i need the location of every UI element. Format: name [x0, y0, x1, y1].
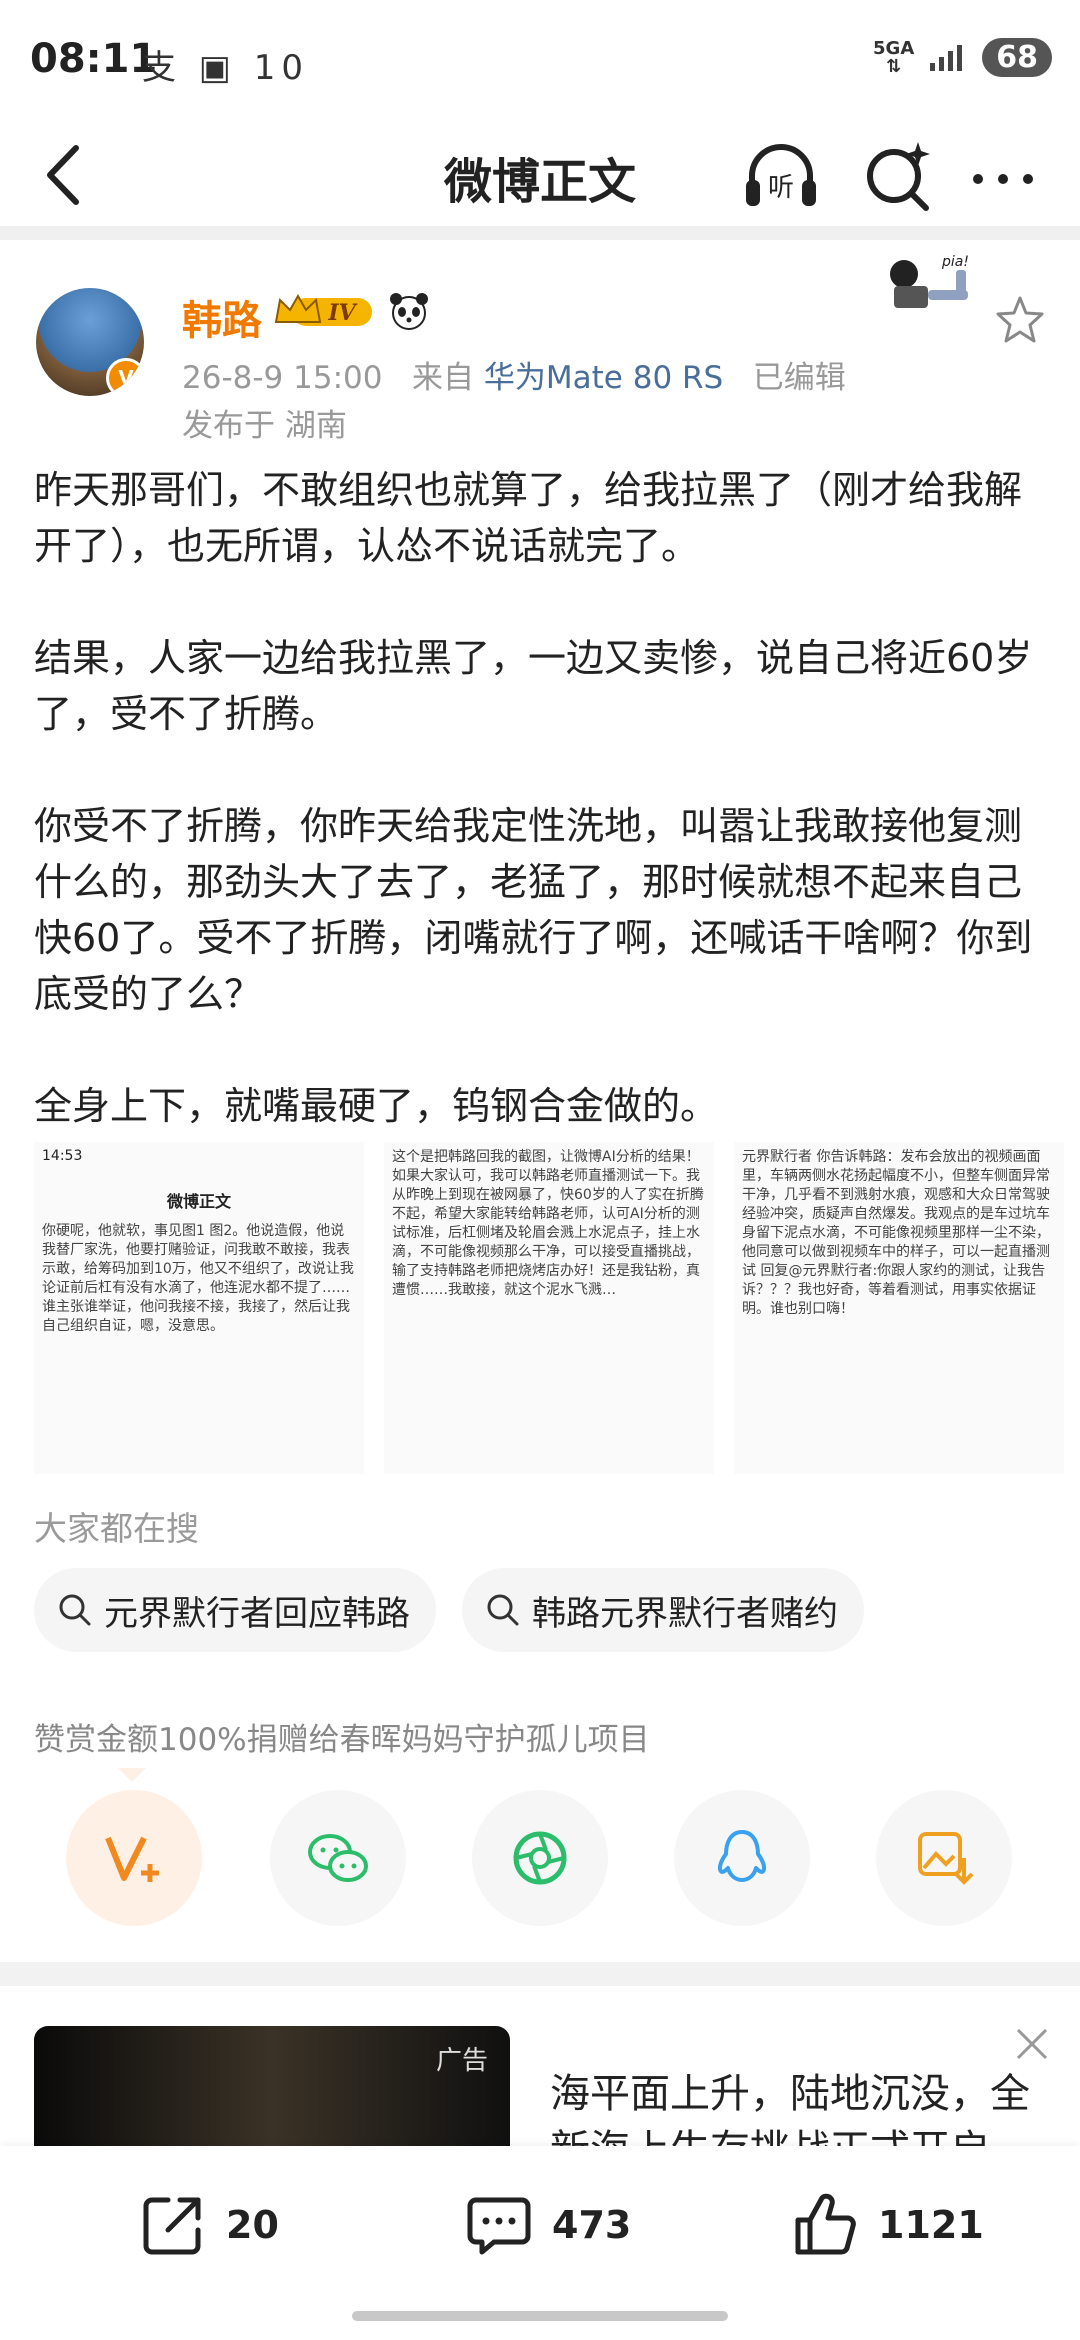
post-content: 昨天那哥们，不敢组织也就算了，给我拉黑了（刚才给我解开了），也无所谓，认怂不说话… [34, 462, 1044, 1134]
more-options-icon[interactable] [968, 154, 1038, 204]
post-header: V 韩路 IV 26-8-9 15:00 来自 华为Mate 80 RS 已编辑… [0, 250, 1080, 450]
tip-caret [118, 1768, 146, 1782]
svg-text:pia!: pia! [941, 254, 969, 270]
thumb-nav-title: 微博正文 [166, 1192, 231, 1211]
ad-label: 广告 [435, 2046, 488, 2076]
repost-count: 20 [226, 2203, 279, 2247]
post-location: 发布于 湖南 [182, 408, 347, 444]
close-icon[interactable] [1012, 2024, 1052, 2064]
level-badge-label: IV [327, 300, 357, 326]
share-row [0, 1790, 1080, 1930]
save-image-icon [918, 1832, 974, 1885]
reward-button[interactable] [66, 1790, 202, 1926]
ad-image[interactable]: 广告 [34, 2026, 510, 2146]
svg-text:听: 听 [768, 173, 794, 203]
ai-search-icon[interactable] [860, 138, 936, 214]
post-paragraph: 全身上下，就嘴最硬了，钨钢合金做的。 [34, 1084, 719, 1128]
post-date: 26-8-9 15:00 [182, 360, 383, 396]
qq-penguin-icon [717, 1830, 767, 1882]
section-divider [0, 226, 1080, 240]
post-image-3[interactable]: 元界默行者 你告诉韩路：发布会放出的视频画面里，车辆两侧水花扬起幅度不小，但整车… [734, 1142, 1064, 1474]
vip-crown-icon[interactable]: IV [272, 292, 376, 332]
status-bar: 08:11 支 ▣ 10 5GA ⇅ 68 [0, 0, 1080, 120]
post-meta: 26-8-9 15:00 来自 华为Mate 80 RS 已编辑 [182, 352, 846, 397]
moments-aperture-icon [513, 1831, 567, 1885]
hot-search-chip[interactable]: 韩路元界默行者赌约 [462, 1568, 864, 1652]
repost-icon [143, 2197, 201, 2255]
post-image-2[interactable]: 这个是把韩路回我的截图，让微博AI分析的结果！如果大家认可，我可以韩路老师直播测… [384, 1142, 714, 1474]
panda-icon [390, 293, 428, 330]
thumb-status-time: 14:53 [42, 1148, 83, 1164]
like-count: 1121 [878, 2203, 984, 2247]
hot-search-label: 韩路元界默行者赌约 [532, 1593, 838, 1634]
status-time: 08:11 [30, 36, 158, 82]
post-device[interactable]: 华为Mate 80 RS [484, 360, 723, 396]
repost-button[interactable]: 20 [138, 2190, 279, 2260]
post-image-1[interactable]: 14:53 微博正文 你硬呢，他就软，事见图1 图2。他说造假，他说我替厂家洗，… [34, 1142, 364, 1474]
status-app-icons: 支 ▣ 10 [142, 48, 310, 88]
save-image-button[interactable] [876, 1790, 1012, 1926]
share-wechat-button[interactable] [270, 1790, 406, 1926]
post-paragraph: 结果，人家一边给我拉黑了，一边又卖惨，说自己将近60岁了，受不了折腾。 [34, 636, 1033, 736]
thumb-text: 元界默行者 你告诉韩路：发布会放出的视频画面里，车辆两侧水花扬起幅度不小，但整车… [742, 1149, 1050, 1317]
home-indicator[interactable] [352, 2311, 728, 2321]
battery-level: 68 [982, 38, 1052, 77]
reward-v-plus-icon [105, 1836, 159, 1882]
thumb-text: 你硬呢，他就软，事见图1 图2。他说造假，他说我替厂家洗，他要打赌验证，问我敢不… [42, 1223, 354, 1334]
thumb-text: 这个是把韩路回我的截图，让微博AI分析的结果！如果大家认可，我可以韩路老师直播测… [392, 1149, 704, 1298]
hot-search-title: 大家都在搜 [34, 1509, 199, 1548]
reward-note: 赞赏金额100%捐赠给春晖妈妈守护孤儿项目 [34, 1722, 650, 1758]
wechat-icon [308, 1834, 368, 1882]
share-moments-button[interactable] [472, 1790, 608, 1926]
verified-badge: V [106, 358, 144, 396]
ad-card[interactable]: 广告 海平面上升，陆地沉没，全新海上生存挑战正式开启 [0, 1986, 1080, 2156]
share-qq-button[interactable] [674, 1790, 810, 1926]
author-name[interactable]: 韩路 [182, 288, 262, 346]
signal-icon [930, 44, 963, 71]
listen-icon[interactable]: 听 [742, 138, 820, 216]
post-paragraph: 你受不了折腾，你昨天给我定性洗地，叫嚣让我敢接他复测什么的，那劲头大了去了，老猛… [34, 804, 1033, 1016]
comment-icon [467, 2197, 531, 2255]
search-icon [59, 1594, 91, 1626]
hot-search-label: 元界默行者回应韩路 [104, 1593, 410, 1634]
search-icon [487, 1594, 519, 1626]
edited-flag: 已编辑 [752, 360, 846, 396]
post-paragraph: 昨天那哥们，不敢组织也就算了，给我拉黑了（刚才给我解开了），也无所谓，认怂不说话… [34, 468, 1023, 568]
post-images: 14:53 微博正文 你硬呢，他就软，事见图1 图2。他说造假，他说我替厂家洗，… [34, 1142, 1064, 1474]
network-indicator: 5GA ⇅ [873, 37, 915, 77]
avatar[interactable]: V [36, 288, 144, 396]
source-prefix: 来自 [412, 360, 475, 396]
section-divider [0, 1962, 1080, 1986]
nav-bar: 微博正文 听 [0, 120, 1080, 230]
comment-count: 473 [552, 2203, 632, 2247]
thumbs-up-icon [795, 2193, 856, 2255]
like-button[interactable]: 1121 [790, 2190, 984, 2260]
comment-button[interactable]: 473 [464, 2190, 631, 2260]
favorite-star-icon[interactable] [994, 294, 1046, 346]
cartoon-sticker-icon: pia! [890, 254, 969, 308]
ad-text[interactable]: 海平面上升，陆地沉没，全新海上生存挑战正式开启 [550, 2066, 1050, 2156]
hot-search-chip[interactable]: 元界默行者回应韩路 [34, 1568, 436, 1652]
